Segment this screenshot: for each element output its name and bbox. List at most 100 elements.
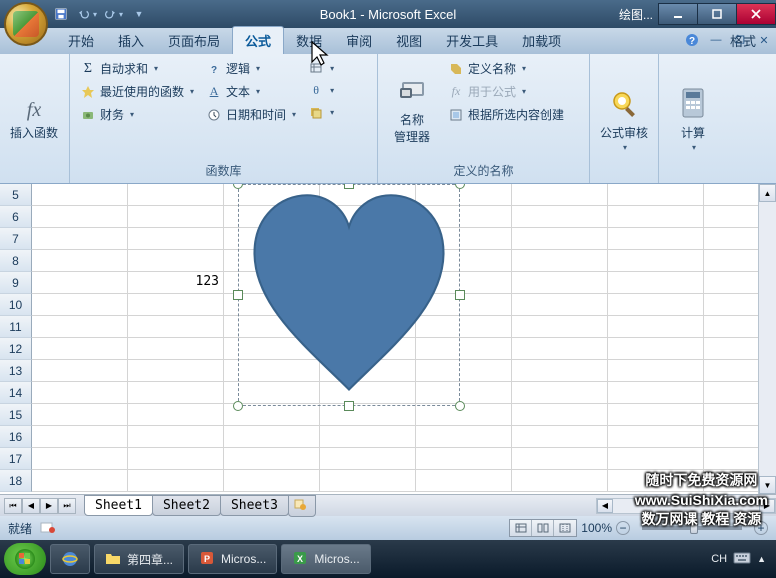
system-tray: CH ▲ (711, 552, 772, 567)
powerpoint-icon: P (199, 550, 215, 569)
sheet-nav-first[interactable]: ⏮ (4, 498, 22, 514)
formula-icon: fx (448, 84, 464, 100)
tab-developer[interactable]: 开发工具 (434, 27, 510, 54)
sheet-nav-prev[interactable]: ◀ (22, 498, 40, 514)
ribbon-tabs: 开始 插入 页面布局 公式 数据 审阅 视图 开发工具 加载项 格式 ? — ❐… (0, 28, 776, 54)
row-header[interactable]: 13 (0, 360, 32, 382)
tab-home[interactable]: 开始 (56, 27, 106, 54)
row-header[interactable]: 12 (0, 338, 32, 360)
row-header[interactable]: 16 (0, 426, 32, 448)
text-button[interactable]: A文本▾ (202, 81, 300, 102)
row-header[interactable]: 6 (0, 206, 32, 228)
sheet-tab-2[interactable]: Sheet2 (152, 495, 221, 516)
more-functions-button[interactable]: ▾ (304, 102, 338, 122)
tab-view[interactable]: 视图 (384, 27, 434, 54)
page-break-view-button[interactable] (554, 520, 576, 536)
resize-handle-bm[interactable] (344, 401, 354, 411)
datetime-button[interactable]: 日期和时间▾ (202, 104, 300, 125)
scroll-up-button[interactable]: ▲ (759, 184, 776, 202)
formula-audit-button[interactable]: 公式审核▾ (596, 58, 652, 181)
sheet-tab-1[interactable]: Sheet1 (84, 495, 153, 516)
fx-icon: fx (27, 99, 41, 122)
close-button[interactable] (736, 3, 776, 25)
use-in-formula-button[interactable]: fx用于公式▾ (444, 81, 568, 102)
math-button[interactable]: θ▾ (304, 80, 338, 100)
text-icon: A (206, 84, 222, 100)
excel-icon: X (292, 550, 308, 569)
doc-close[interactable]: ✕ (756, 32, 772, 48)
row-header[interactable]: 9 (0, 272, 32, 294)
svg-text:X: X (297, 554, 303, 564)
taskbar-item-excel[interactable]: XMicros... (281, 544, 370, 574)
resize-handle-br[interactable] (455, 401, 465, 411)
row-header[interactable]: 15 (0, 404, 32, 426)
tab-addins[interactable]: 加载项 (510, 27, 573, 54)
taskbar-item-folder[interactable]: 第四章... (94, 544, 184, 574)
sheet-tab-3[interactable]: Sheet3 (220, 495, 289, 516)
normal-view-button[interactable] (510, 520, 532, 536)
sheet-nav-next[interactable]: ▶ (40, 498, 58, 514)
audit-icon (608, 87, 640, 122)
new-sheet-button[interactable] (288, 495, 316, 517)
save-button[interactable] (50, 4, 72, 24)
calculation-button[interactable]: 计算▾ (665, 58, 721, 181)
resize-handle-tm[interactable] (344, 184, 354, 189)
logic-button[interactable]: ?逻辑▾ (202, 58, 300, 79)
row-header[interactable]: 5 (0, 184, 32, 206)
keyboard-icon[interactable] (733, 552, 751, 567)
redo-button[interactable]: ▾ (102, 4, 124, 24)
row-header[interactable]: 17 (0, 448, 32, 470)
page-layout-view-button[interactable] (532, 520, 554, 536)
selection-icon (448, 107, 464, 123)
row-header[interactable]: 11 (0, 316, 32, 338)
window-controls (659, 3, 776, 25)
row-header[interactable]: 10 (0, 294, 32, 316)
undo-button[interactable]: ▾ (76, 4, 98, 24)
money-icon (80, 107, 96, 123)
help-button[interactable]: ? (684, 32, 700, 48)
tab-review[interactable]: 审阅 (334, 27, 384, 54)
macro-record-icon[interactable] (40, 520, 56, 537)
autosum-button[interactable]: Σ自动求和▾ (76, 58, 198, 79)
worksheet[interactable]: 5 6 7 8 9 10 11 12 13 14 15 16 17 18 123… (0, 184, 776, 494)
row-header[interactable]: 7 (0, 228, 32, 250)
row-header[interactable]: 18 (0, 470, 32, 492)
define-name-button[interactable]: 定义名称▾ (444, 58, 568, 79)
resize-handle-bl[interactable] (233, 401, 243, 411)
row-header[interactable]: 8 (0, 250, 32, 272)
maximize-button[interactable] (697, 3, 737, 25)
sheet-nav-last[interactable]: ⏭ (58, 498, 76, 514)
financial-button[interactable]: 财务▾ (76, 104, 198, 125)
resize-handle-ml[interactable] (233, 290, 243, 300)
vertical-scrollbar[interactable]: ▲ ▼ (758, 184, 776, 494)
group-label-library: 函数库 (76, 160, 371, 181)
doc-minimize[interactable]: — (708, 32, 724, 48)
resize-handle-mr[interactable] (455, 290, 465, 300)
ime-indicator[interactable]: CH (711, 553, 727, 565)
create-from-selection-button[interactable]: 根据所选内容创建 (444, 104, 568, 125)
qat-customize[interactable]: ▼ (128, 4, 150, 24)
tab-formulas[interactable]: 公式 (232, 26, 284, 54)
minimize-button[interactable] (658, 3, 698, 25)
doc-restore[interactable]: ❐ (732, 32, 748, 48)
office-button[interactable] (4, 2, 48, 46)
start-button[interactable] (4, 543, 46, 575)
recent-functions-button[interactable]: 最近使用的函数▾ (76, 81, 198, 102)
tray-expand[interactable]: ▲ (757, 554, 766, 564)
tab-page-layout[interactable]: 页面布局 (156, 27, 232, 54)
taskbar-item-ppt[interactable]: PMicros... (188, 544, 277, 574)
scroll-left-button[interactable]: ◀ (597, 499, 613, 513)
window-title: Book1 - Microsoft Excel (320, 7, 457, 22)
sigma-icon: Σ (80, 61, 96, 77)
row-headers: 5 6 7 8 9 10 11 12 13 14 15 16 17 18 (0, 184, 32, 492)
calculator-icon (679, 87, 707, 122)
zoom-level[interactable]: 100% (581, 521, 612, 535)
insert-function-button[interactable]: fx 插入函数 (6, 58, 62, 181)
name-manager-button[interactable]: 名称 管理器 (384, 58, 440, 160)
row-header[interactable]: 14 (0, 382, 32, 404)
cell-B9[interactable]: 123 (128, 272, 224, 293)
tab-insert[interactable]: 插入 (106, 27, 156, 54)
taskbar-pin-ie[interactable] (50, 544, 90, 574)
zoom-out-button[interactable]: − (616, 521, 630, 535)
heart-shape[interactable] (238, 184, 460, 406)
